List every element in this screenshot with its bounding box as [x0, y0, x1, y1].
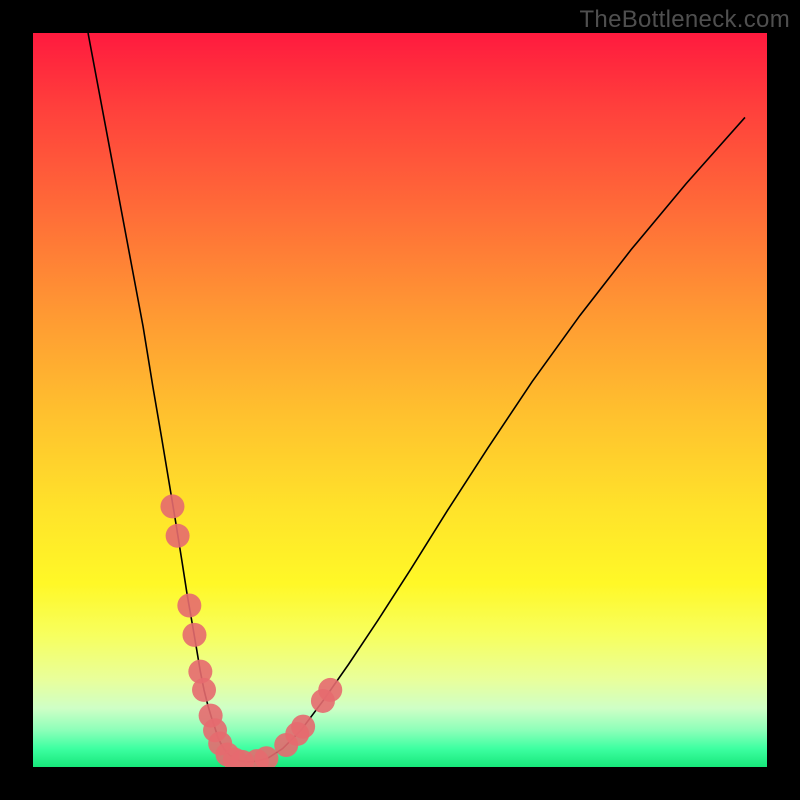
- marker-dot: [291, 715, 315, 739]
- marker-dot: [182, 623, 206, 647]
- curve-layer: [33, 33, 767, 767]
- watermark-text: TheBottleneck.com: [579, 6, 790, 34]
- bottleneck-curve: [88, 33, 745, 762]
- plot-area: [33, 33, 767, 767]
- marker-dot: [192, 678, 216, 702]
- chart-frame: TheBottleneck.com: [0, 0, 800, 800]
- marker-dot: [318, 678, 342, 702]
- highlighted-points: [160, 494, 342, 767]
- marker-dot: [166, 524, 190, 548]
- marker-dot: [177, 594, 201, 618]
- marker-dot: [160, 494, 184, 518]
